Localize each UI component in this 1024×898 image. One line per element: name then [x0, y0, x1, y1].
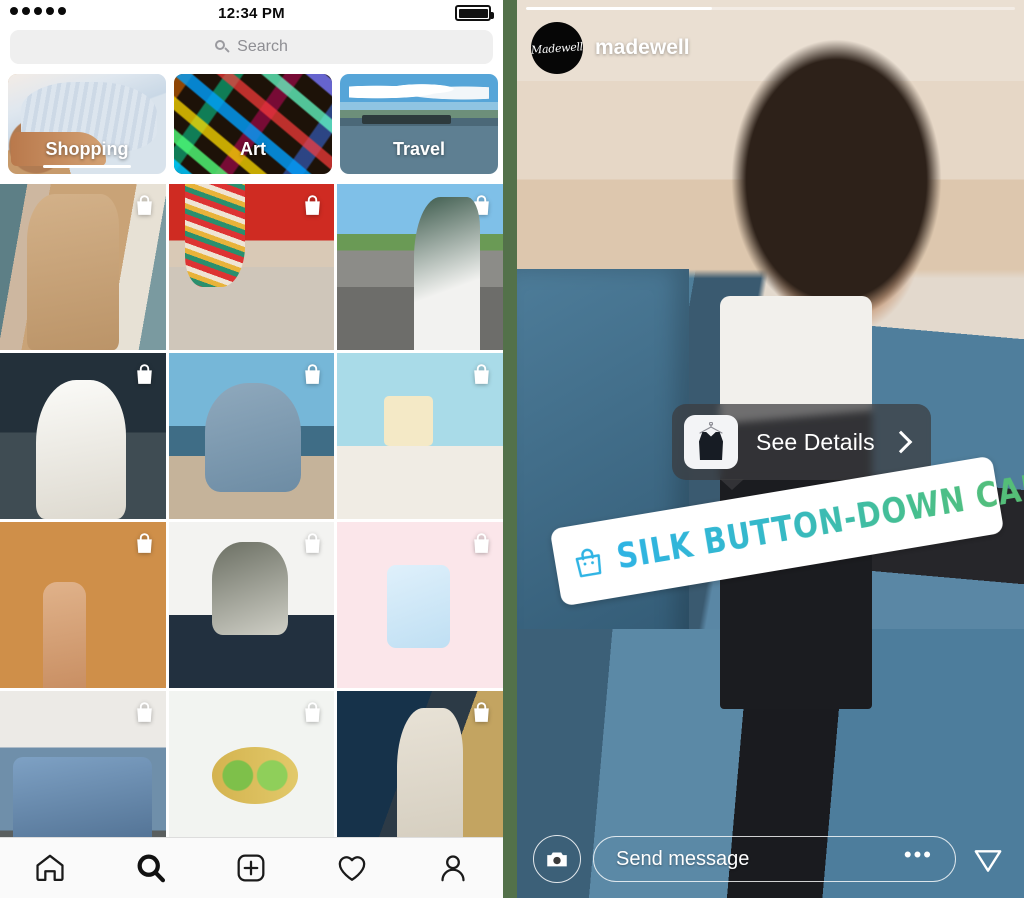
grid-tile[interactable] [0, 353, 166, 519]
grid-tile[interactable] [0, 522, 166, 688]
right-phone-story-screen: Madewell madewell See Details SILK BUTTO… [517, 0, 1024, 898]
shopping-bag-icon [136, 702, 152, 722]
screenshot-stage: 12:34 PM Search Shopping Art Travel Made… [0, 0, 1024, 898]
explore-grid [0, 184, 503, 857]
plus-box-icon [238, 854, 265, 882]
send-button[interactable] [968, 839, 1008, 879]
shopping-bag-icon [474, 364, 489, 384]
ellipsis-icon[interactable]: ••• [904, 844, 933, 866]
shopping-bag-icon [305, 702, 321, 722]
tab-activity[interactable] [335, 851, 369, 885]
story-account-name: madewell [595, 36, 690, 59]
hanger-icon [699, 422, 723, 434]
see-details-label: See Details [756, 428, 875, 455]
search-placeholder: Search [237, 38, 288, 55]
search-bar-container: Search [0, 26, 503, 70]
chevron-right-icon [889, 430, 913, 454]
shopping-bag-icon [136, 195, 152, 215]
grid-tile[interactable] [168, 353, 335, 519]
screen-divider [503, 0, 517, 898]
avatar-logo-text: Madewell [531, 39, 583, 57]
selected-indicator [43, 165, 131, 168]
grid-tile[interactable] [0, 691, 166, 857]
category-chip-label: Travel [392, 139, 446, 159]
avatar[interactable]: Madewell [531, 22, 583, 74]
person-icon [441, 855, 465, 882]
see-details-tooltip[interactable]: See Details [672, 404, 931, 490]
cami-product-image [699, 432, 723, 460]
tooltip-pointer [720, 479, 744, 490]
shopping-bag-icon [136, 533, 152, 553]
grid-tile[interactable] [0, 184, 166, 350]
shopping-bag-icon [474, 533, 489, 553]
grid-tile[interactable] [168, 522, 335, 688]
category-chip-row[interactable]: Shopping Art Travel [0, 70, 503, 184]
grid-tile[interactable] [337, 691, 503, 857]
battery-icon [455, 5, 494, 21]
camera-button[interactable] [533, 835, 581, 883]
paper-plane-icon [974, 850, 1002, 872]
grid-tile[interactable] [168, 691, 335, 857]
bottom-tab-bar [0, 837, 503, 898]
shopping-bag-icon [305, 195, 321, 215]
search-input[interactable]: Search [10, 30, 493, 64]
grid-tile[interactable] [337, 522, 503, 688]
status-bar: 12:34 PM [0, 0, 503, 26]
grid-tile[interactable] [168, 184, 335, 350]
shopping-bag-icon [305, 533, 321, 553]
heart-icon [338, 856, 366, 881]
home-icon [36, 854, 64, 882]
category-chip-shopping[interactable]: Shopping [8, 74, 166, 174]
send-message-input[interactable]: Send message ••• [593, 836, 956, 882]
grid-tile[interactable] [337, 353, 503, 519]
category-chip-art[interactable]: Art [174, 74, 332, 174]
tab-home[interactable] [33, 851, 67, 885]
tab-create[interactable] [234, 851, 268, 885]
shopping-bag-icon [474, 195, 489, 215]
category-chip-travel[interactable]: Travel [340, 74, 498, 174]
camera-icon [547, 852, 567, 867]
category-chip-label: Shopping [45, 139, 129, 159]
story-progress-row [526, 7, 1015, 10]
send-message-placeholder: Send message [616, 847, 750, 870]
status-bar-time: 12:34 PM [218, 4, 285, 22]
search-icon [215, 39, 230, 55]
left-phone-explore-screen: 12:34 PM Search Shopping Art Travel [0, 0, 503, 898]
product-thumbnail [684, 415, 738, 469]
shopping-bag-icon [136, 364, 152, 384]
story-progress-fill [526, 7, 712, 10]
story-progress-bar[interactable] [526, 7, 1015, 10]
tab-search[interactable] [134, 851, 168, 885]
grid-tile[interactable] [337, 184, 503, 350]
category-chip-label: Art [240, 139, 266, 159]
search-icon [137, 854, 165, 883]
shopping-bag-icon [575, 548, 602, 578]
shopping-bag-icon [474, 702, 489, 722]
story-message-bar: Send message ••• [517, 820, 1024, 898]
story-header[interactable]: Madewell madewell [531, 22, 690, 74]
tab-profile[interactable] [436, 851, 470, 885]
shopping-bag-icon [305, 364, 321, 384]
